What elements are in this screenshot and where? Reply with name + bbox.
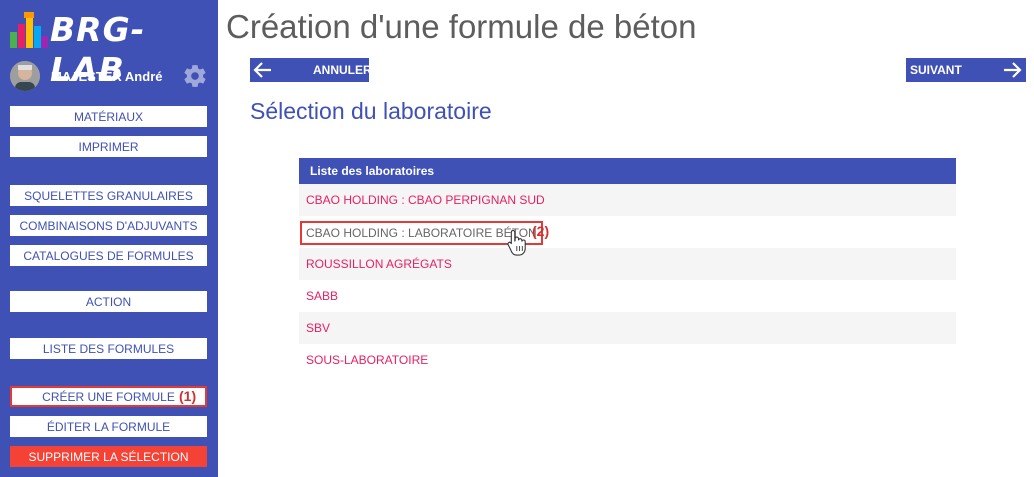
logo-icon [10,12,48,48]
table-row[interactable]: SABB [299,280,956,312]
edit-formula-button[interactable]: ÉDITER LA FORMULE [10,416,207,437]
cancel-label: ANNULER [313,63,372,77]
lab-name: CBAO HOLDING : CBAO PERPIGNAN SUD [306,193,545,207]
sidebar: BRG-LAB MAJESTER André MATÉRIAUX IMPRIME… [0,0,218,477]
annotation-1: (1) [179,388,197,404]
user-block: MAJESTER André [10,61,210,93]
cancel-button[interactable]: ANNULER [250,58,372,82]
lab-name: SOUS-LABORATOIRE [306,353,429,367]
lab-name: SBV [306,321,331,335]
table-row[interactable]: SOUS-LABORATOIRE [299,344,956,376]
next-label: SUIVANT [910,63,962,77]
delete-selection-button[interactable]: SUPPRIMER LA SÉLECTION [10,446,207,467]
user-name: MAJESTER André [51,69,163,84]
lab-name: ROUSSILLON AGRÉGATS [306,257,452,271]
table-row[interactable]: ROUSSILLON AGRÉGATS [299,248,956,280]
materials-button[interactable]: MATÉRIAUX [10,106,207,127]
lab-name: SABB [306,289,339,303]
arrow-right-icon [1004,62,1022,78]
granular-skeletons-button[interactable]: SQUELETTES GRANULAIRES [10,185,207,206]
table-row-selected[interactable]: CBAO HOLDING : LABORATOIRE BÉTON [299,216,956,248]
hand-cursor-icon [507,229,526,256]
next-button[interactable]: SUIVANT [906,58,1026,82]
formula-list-button[interactable]: LISTE DES FORMULES [10,338,207,359]
section-title: Sélection du laboratoire [250,98,492,124]
gear-icon[interactable] [182,63,208,89]
laboratory-table: Liste des laboratoires CBAO HOLDING : CB… [299,158,956,376]
table-row[interactable]: CBAO HOLDING : CBAO PERPIGNAN SUD [299,184,956,216]
annotation-2: (2) [532,223,550,239]
admixture-combinations-button[interactable]: COMBINAISONS D'ADJUVANTS [10,215,207,236]
print-button[interactable]: IMPRIMER [10,136,207,157]
avatar-image [10,61,40,91]
formula-catalogs-button[interactable]: CATALOGUES DE FORMULES [10,245,207,266]
action-button[interactable]: ACTION [10,291,207,312]
logo: BRG-LAB [10,10,215,89]
table-row[interactable]: SBV [299,312,956,344]
page-title: Création d'une formule de béton [226,8,697,45]
arrow-left-icon [253,62,271,78]
create-formula-button[interactable]: CRÉER UNE FORMULE [10,386,207,407]
avatar[interactable] [10,61,40,91]
table-header: Liste des laboratoires [299,158,956,184]
